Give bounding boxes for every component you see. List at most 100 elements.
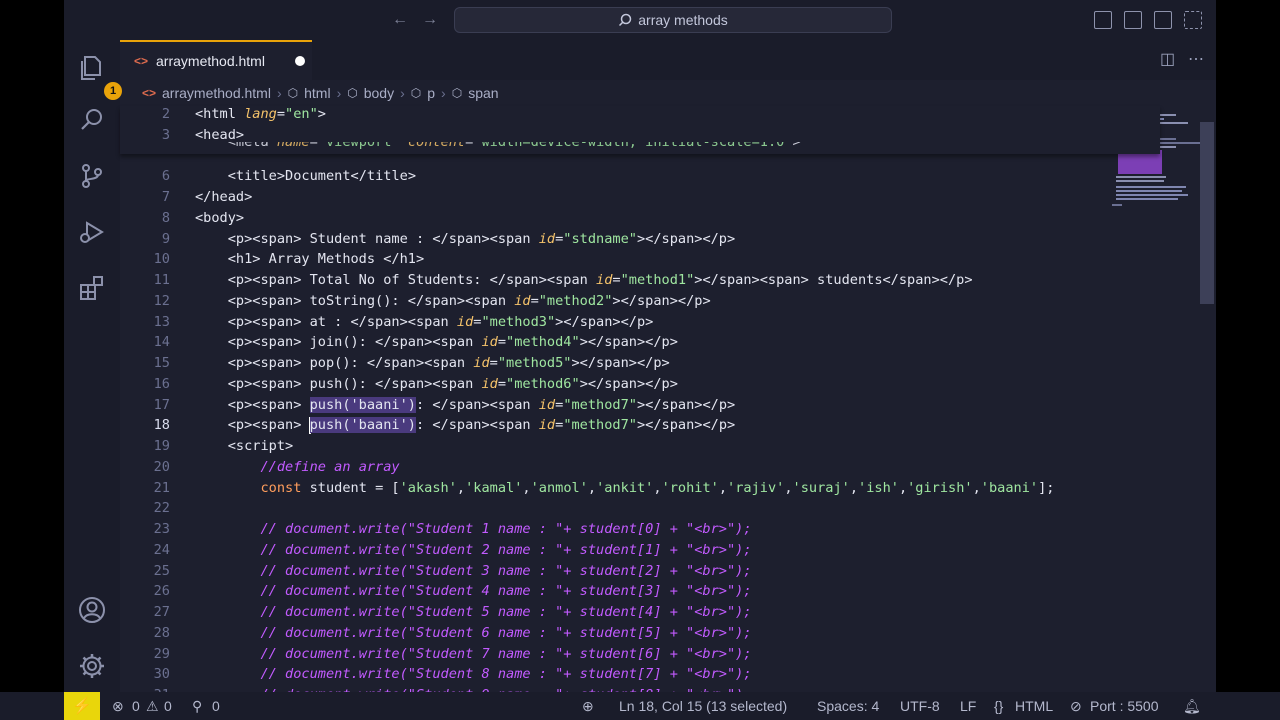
remote-indicator-icon[interactable]: ⚡: [64, 692, 100, 720]
line-code: <p><span> pop(): </span><span id="method…: [195, 355, 670, 371]
back-arrow-icon[interactable]: ←: [390, 10, 410, 30]
breadcrumb-html[interactable]: html: [304, 85, 330, 101]
more-actions-icon[interactable]: ⋯: [1188, 52, 1206, 68]
code-line[interactable]: 19 <script>: [120, 436, 1120, 457]
error-icon[interactable]: ⊗: [112, 692, 124, 720]
code-line[interactable]: 15 <p><span> pop(): </span><span id="met…: [120, 353, 1120, 374]
explorer-icon[interactable]: 1: [78, 54, 122, 100]
customize-layout-icon[interactable]: [1184, 11, 1202, 29]
line-number: 30: [153, 666, 170, 683]
line-number: 13: [153, 313, 170, 330]
breadcrumb-body[interactable]: body: [364, 85, 394, 101]
code-line[interactable]: 17 <p><span> push('baani'): </span><span…: [120, 395, 1120, 416]
extensions-icon[interactable]: [78, 274, 106, 302]
code-line[interactable]: 27 // document.write("Student 5 name : "…: [120, 602, 1120, 623]
encoding[interactable]: UTF-8: [900, 692, 940, 720]
cursor-position[interactable]: Ln 18, Col 15 (13 selected): [619, 692, 787, 720]
line-number: 17: [153, 396, 170, 413]
unsaved-dot-icon[interactable]: [294, 56, 305, 66]
element-icon: ⬡: [287, 86, 299, 100]
code-line[interactable]: 25 // document.write("Student 3 name : "…: [120, 561, 1120, 582]
line-code: <head>: [195, 126, 245, 143]
toggle-primary-sidebar-icon[interactable]: [1094, 11, 1112, 29]
line-code: // document.write("Student 5 name : "+ s…: [260, 604, 752, 620]
search-icon[interactable]: [78, 106, 106, 134]
warning-count[interactable]: 0: [164, 692, 172, 720]
line-code: //define an array: [260, 458, 400, 475]
language-mode[interactable]: HTML: [1015, 692, 1053, 720]
code-line[interactable]: 24 // document.write("Student 2 name : "…: [120, 540, 1120, 561]
tab-arraymethod-html[interactable]: <> arraymethod.html: [120, 40, 312, 80]
line-number: 7: [161, 189, 170, 205]
editor-tabs: <> arraymethod.html ◫ ⋯: [120, 40, 1216, 80]
line-number: 18: [153, 417, 170, 434]
split-editor-icon[interactable]: ◫: [1160, 52, 1178, 68]
live-server-icon: ⊘: [1070, 698, 1082, 714]
code-line[interactable]: 13 <p><span> at : </span><span id="metho…: [120, 312, 1120, 333]
search-icon: [619, 13, 632, 27]
line-code: <p><span> join(): </span><span id="metho…: [195, 334, 678, 351]
line-number: 20: [153, 458, 170, 475]
run-debug-icon[interactable]: [78, 218, 106, 246]
line-code: const student = ['akash','kamal','anmol'…: [260, 479, 1055, 496]
indentation[interactable]: Spaces: 4: [817, 692, 879, 720]
line-code: <p><span> push(): </span><span id="metho…: [195, 375, 678, 392]
code-line[interactable]: 22: [120, 498, 1120, 519]
code-line[interactable]: 30 // document.write("Student 8 name : "…: [120, 664, 1120, 685]
source-control-icon[interactable]: [78, 162, 106, 190]
ports-icon[interactable]: ⚲: [192, 692, 202, 720]
breadcrumb-span[interactable]: span: [468, 85, 498, 101]
code-editor[interactable]: <meta name="viewport" content="width=dev…: [120, 104, 1216, 703]
breadcrumb-p[interactable]: p: [427, 85, 435, 101]
account-icon[interactable]: [78, 596, 106, 624]
vertical-scrollbar-thumb[interactable]: [1200, 122, 1214, 304]
html-file-icon: <>: [134, 54, 149, 68]
code-line[interactable]: 12 <p><span> toString(): </span><span id…: [120, 291, 1120, 312]
toggle-panel-icon[interactable]: [1124, 11, 1142, 29]
command-center-search[interactable]: array methods: [454, 7, 892, 33]
code-line[interactable]: 20 //define an array: [120, 457, 1120, 478]
code-line[interactable]: 16 <p><span> push(): </span><span id="me…: [120, 374, 1120, 395]
code-line[interactable]: 10 <h1> Array Methods </h1>: [120, 249, 1120, 270]
line-code: <p><span> Total No of Students: </span><…: [195, 272, 973, 288]
line-number: 15: [153, 355, 170, 371]
notifications-bell-icon[interactable]: 🔔︎: [1183, 692, 1201, 720]
breadcrumb-file[interactable]: arraymethod.html: [162, 85, 271, 101]
code-line[interactable]: 23 // document.write("Student 1 name : "…: [120, 519, 1120, 540]
html-file-icon: <>: [142, 86, 157, 100]
line-code: // document.write("Student 6 name : "+ s…: [260, 624, 752, 641]
warning-icon[interactable]: ⚠: [146, 692, 159, 720]
code-line[interactable]: 18 <p><span> push('baani'): </span><span…: [120, 415, 1120, 436]
code-line[interactable]: 29 // document.write("Student 7 name : "…: [120, 644, 1120, 665]
line-number: 26: [153, 583, 170, 600]
line-ending[interactable]: LF: [960, 692, 976, 720]
braces-icon: {}: [994, 698, 1004, 714]
code-line[interactable]: 21 const student = ['akash','kamal','anm…: [120, 478, 1120, 499]
line-code: <h1> Array Methods </h1>: [195, 251, 425, 268]
line-code: // document.write("Student 4 name : "+ s…: [260, 583, 752, 600]
element-icon: ⬡: [451, 86, 463, 100]
command-center-text: array methods: [638, 12, 728, 28]
code-line[interactable]: 9 <p><span> Student name : </span><span …: [120, 229, 1120, 250]
live-server-port[interactable]: Port : 5500: [1090, 692, 1159, 720]
line-number: 6: [161, 168, 170, 185]
code-line[interactable]: 6 <title>Document</title>: [120, 166, 1120, 187]
minimap[interactable]: [1108, 106, 1200, 692]
code-line[interactable]: 2 <html lang="en">: [120, 104, 1120, 125]
code-line[interactable]: 14 <p><span> join(): </span><span id="me…: [120, 332, 1120, 353]
line-number: 2: [161, 106, 170, 122]
code-line[interactable]: 11 <p><span> Total No of Students: </spa…: [120, 270, 1120, 291]
code-line[interactable]: 3 <head>: [120, 125, 1120, 146]
code-line[interactable]: 8 <body>: [120, 208, 1120, 229]
settings-gear-icon[interactable]: [78, 652, 106, 680]
ports-count[interactable]: 0: [212, 692, 220, 720]
forward-arrow-icon[interactable]: →: [420, 10, 440, 30]
line-number: 9: [161, 230, 170, 247]
code-line[interactable]: 28 // document.write("Student 6 name : "…: [120, 623, 1120, 644]
line-number: 8: [161, 209, 170, 226]
toggle-secondary-sidebar-icon[interactable]: [1154, 11, 1172, 29]
code-line[interactable]: 7 </head>: [120, 187, 1120, 208]
code-line[interactable]: 26 // document.write("Student 4 name : "…: [120, 581, 1120, 602]
zoom-icon[interactable]: ⊕: [582, 692, 594, 720]
error-count[interactable]: 0: [132, 692, 140, 720]
